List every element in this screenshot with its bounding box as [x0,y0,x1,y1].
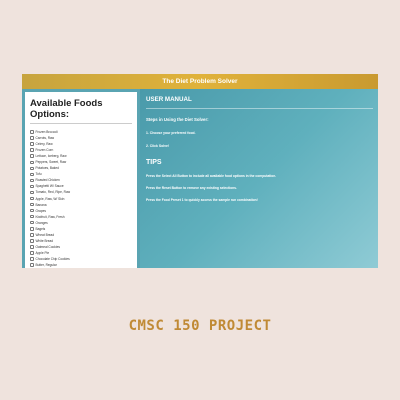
food-label: White Bread [35,238,54,243]
divider [146,108,373,109]
food-label: Oatmeal Cookies [35,244,60,249]
food-checkbox[interactable] [30,172,34,177]
food-label: Carrots, Raw [35,136,55,141]
food-label: Kiwifruit, Raw, Fresh [35,214,65,219]
food-label: Bagels [35,226,46,231]
food-label: Potatoes, Baked [35,166,59,171]
food-checkbox[interactable] [30,202,34,207]
food-label: Butter, Regular [35,263,57,268]
food-checkbox[interactable] [30,136,34,140]
food-checkbox[interactable] [30,130,34,134]
food-label: Lettuce, Iceberg, Raw [35,154,67,159]
food-checkbox[interactable] [30,190,34,195]
food-label: Tomato, Red, Ripe, Raw [35,190,71,195]
food-checkbox[interactable] [30,263,34,267]
food-checkbox[interactable] [30,166,34,171]
food-label: Grapes [35,208,46,213]
food-checkbox[interactable] [30,208,34,213]
food-label: Celery, Raw [35,142,53,147]
food-checkbox[interactable] [30,160,34,164]
food-checkbox[interactable] [30,233,34,237]
user-manual-panel: USER MANUAL Steps in Using the Diet Solv… [140,89,378,268]
tips-title: TIPS [146,158,162,166]
app-window: The Diet Problem Solver Available Foods … [22,74,378,268]
steps-title: Steps in Using the Diet Solver: [146,116,209,122]
food-checkbox[interactable] [30,245,34,249]
food-option[interactable]: Butter, Regular [30,262,132,268]
food-checkbox[interactable] [30,148,34,152]
manual-title: USER MANUAL [146,96,192,103]
sidebar-heading: Available Foods Options: [30,98,132,124]
food-checkbox[interactable] [30,227,34,231]
food-label: Apple Pie [35,250,50,255]
food-options-sidebar[interactable]: Available Foods Options: Frozen Broccoli… [25,92,137,268]
food-checkbox[interactable] [30,220,34,225]
food-label: Chocolate Chip Cookies [35,257,70,261]
food-label: Banana [35,202,47,207]
food-label: Tofu [35,172,42,177]
food-checkbox[interactable] [30,178,34,183]
food-label: Oranges [35,220,48,225]
food-label: Apple, Raw, W/ Skin [35,196,65,201]
title-bar: The Diet Problem Solver [22,74,378,89]
tip-2: Press the Reset Button to remove any exi… [146,185,237,190]
food-list: Frozen Broccoli Carrots, Raw Celery, Raw Fr… [30,129,132,268]
food-checkbox[interactable] [30,196,34,201]
food-label: Roasted Chicken [35,178,60,183]
app-title: The Diet Problem Solver [162,78,238,85]
food-checkbox[interactable] [30,257,34,261]
step-1: 1. Choose your preferred food. [146,130,196,135]
tip-3: Press the Food Preset 1 to quickly acces… [146,197,258,202]
food-checkbox[interactable] [30,142,34,146]
step-2: 2. Click Solve! [146,143,169,148]
food-checkbox[interactable] [30,214,34,219]
food-checkbox[interactable] [30,154,34,158]
project-caption: CMSC 150 PROJECT [128,318,272,334]
food-label: Frozen Broccoli [35,130,58,135]
food-label: Frozen Corn [35,148,54,153]
food-checkbox[interactable] [30,184,34,189]
food-label: Wheat Bread [35,232,55,237]
food-checkbox[interactable] [30,239,34,243]
tip-1: Press the Select All Button to include a… [146,173,277,178]
food-checkbox[interactable] [30,251,34,255]
food-label: Spaghetti W/ Sauce [35,184,64,189]
food-label: Peppers, Sweet, Raw [35,160,67,165]
